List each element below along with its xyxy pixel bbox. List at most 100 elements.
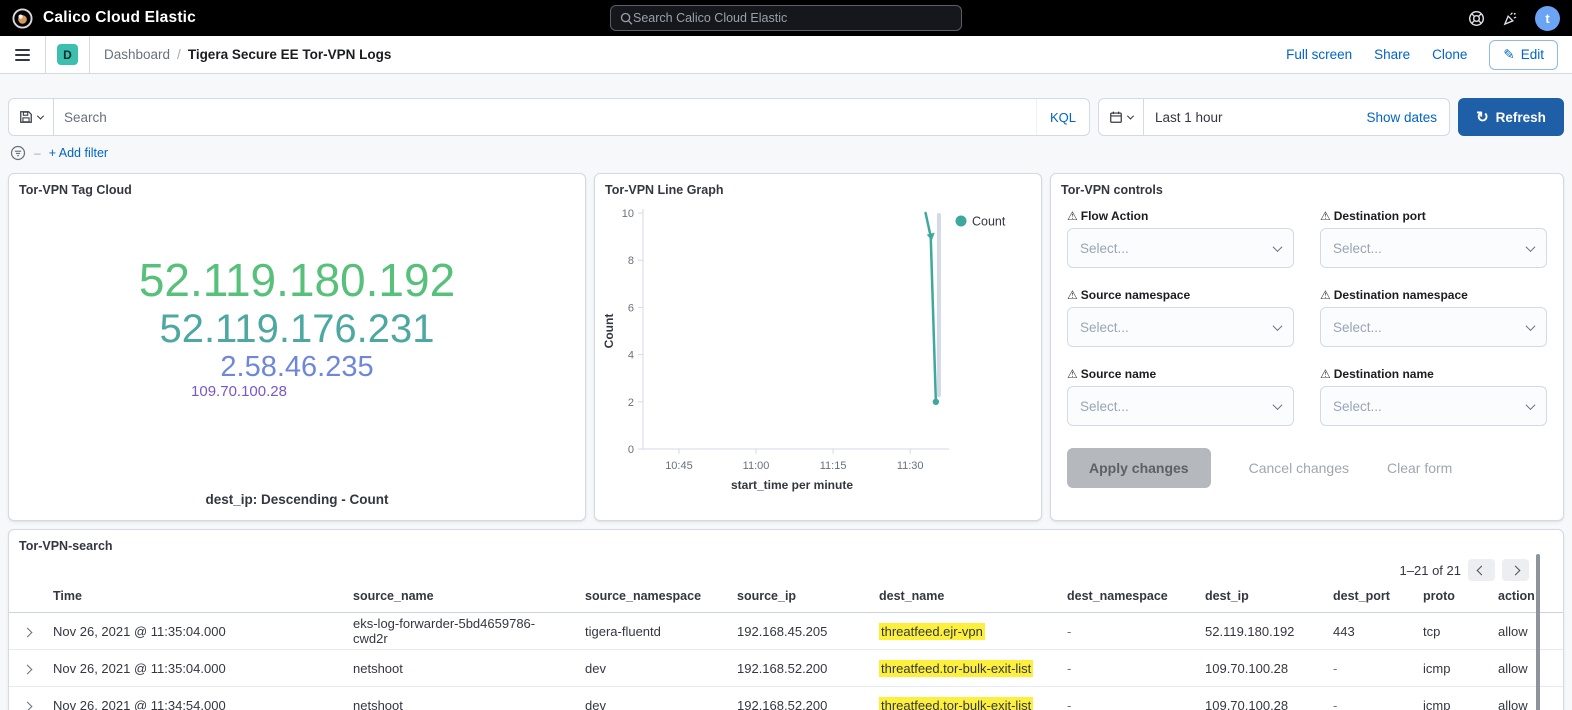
panel-title: Tor-VPN Line Graph xyxy=(595,174,1041,197)
table-row: Nov 26, 2021 @ 11:35:04.000 netshoot dev… xyxy=(9,650,1563,687)
svg-text:2: 2 xyxy=(628,397,634,409)
app-title: Calico Cloud Elastic xyxy=(43,9,196,27)
news-party-popper-icon[interactable] xyxy=(1501,9,1519,27)
control-field-destination-name: ⚠Destination name Select... xyxy=(1320,367,1547,426)
expand-row-button[interactable] xyxy=(9,687,45,710)
chevron-right-icon xyxy=(22,701,32,710)
chevron-down-icon xyxy=(1526,242,1536,252)
col-action: action xyxy=(1490,583,1563,613)
kql-search-bar: KQL xyxy=(8,98,1090,136)
destination-port-select[interactable]: Select... xyxy=(1320,228,1547,268)
controls-panel: Tor-VPN controls ⚠Flow Action Select... … xyxy=(1050,173,1564,521)
dashboard-badge[interactable]: D xyxy=(57,44,78,65)
tagcloud-term[interactable]: 52.119.176.231 xyxy=(9,307,585,352)
pagination: 1–21 of 21 xyxy=(9,553,1563,583)
query-area: KQL Last 1 hour Show dates ↻ Refresh xyxy=(0,74,1572,161)
pencil-icon: ✎ xyxy=(1503,47,1514,63)
prev-page-button[interactable] xyxy=(1468,559,1495,581)
destination-name-select[interactable]: Select... xyxy=(1320,386,1547,426)
full-screen-button[interactable]: Full screen xyxy=(1286,47,1352,62)
chevron-down-icon xyxy=(1273,321,1283,331)
svg-text:start_time per minute: start_time per minute xyxy=(731,478,853,492)
chevron-right-icon xyxy=(22,664,32,674)
show-dates-button[interactable]: Show dates xyxy=(1366,110,1449,125)
col-dest-port: dest_port xyxy=(1325,583,1415,613)
tagcloud-term[interactable]: 109.70.100.28 xyxy=(0,384,527,401)
user-avatar[interactable]: t xyxy=(1535,6,1560,31)
clear-form-button[interactable]: Clear form xyxy=(1387,460,1452,476)
edit-button[interactable]: ✎ Edit xyxy=(1489,40,1558,70)
page-count: 1–21 of 21 xyxy=(1400,563,1461,578)
search-results-panel: Tor-VPN-search 1–21 of 21 Time source_na… xyxy=(8,529,1564,710)
svg-text:10: 10 xyxy=(622,208,634,220)
breadcrumb-dashboard-link[interactable]: Dashboard xyxy=(104,47,170,62)
top-header: Calico Cloud Elastic xyxy=(0,0,1572,36)
svg-text:11:30: 11:30 xyxy=(897,460,924,472)
menu-button[interactable] xyxy=(0,36,46,73)
date-picker: Last 1 hour Show dates xyxy=(1098,98,1450,136)
global-search-input[interactable] xyxy=(633,11,952,25)
destination-namespace-select[interactable]: Select... xyxy=(1320,307,1547,347)
saved-query-button[interactable] xyxy=(9,99,54,135)
kql-button[interactable]: KQL xyxy=(1036,99,1089,135)
tagcloud-term[interactable]: 2.58.46.235 xyxy=(9,351,585,383)
next-page-button[interactable] xyxy=(1502,559,1529,581)
chevron-left-icon xyxy=(1477,565,1487,575)
tagcloud-term[interactable]: 52.119.180.192 xyxy=(9,255,585,307)
expand-row-button[interactable] xyxy=(9,613,45,650)
svg-text:4: 4 xyxy=(628,350,634,362)
control-field-destination-namespace: ⚠Destination namespace Select... xyxy=(1320,288,1547,347)
col-source-namespace: source_namespace xyxy=(577,583,729,613)
panel-title: Tor-VPN-search xyxy=(9,530,1563,553)
navbar: D Dashboard / Tigera Secure EE Tor-VPN L… xyxy=(0,36,1572,74)
calendar-icon xyxy=(1109,110,1123,124)
col-proto: proto xyxy=(1415,583,1490,613)
highlighted-dest-name: threatfeed.ejr-vpn xyxy=(879,623,985,640)
add-filter-button[interactable]: + Add filter xyxy=(49,146,108,160)
share-button[interactable]: Share xyxy=(1374,47,1410,62)
global-search[interactable] xyxy=(610,5,962,31)
table-header-row: Time source_name source_namespace source… xyxy=(9,583,1563,613)
filter-icon[interactable] xyxy=(10,145,26,161)
highlighted-dest-name: threatfeed.tor-bulk-exit-list xyxy=(879,660,1033,677)
svg-text:11:15: 11:15 xyxy=(820,460,847,472)
apply-changes-button[interactable]: Apply changes xyxy=(1067,448,1211,488)
results-table: Time source_name source_namespace source… xyxy=(9,583,1563,710)
line-chart[interactable]: 024681010:4511:0011:1511:30start_time pe… xyxy=(601,201,1021,497)
svg-text:Count: Count xyxy=(602,314,616,349)
calico-logo-icon[interactable] xyxy=(12,8,33,29)
refresh-button[interactable]: ↻ Refresh xyxy=(1458,98,1564,136)
linegraph-panel: Tor-VPN Line Graph 024681010:4511:0011:1… xyxy=(594,173,1042,521)
warning-icon: ⚠ xyxy=(1067,288,1078,302)
expand-row-button[interactable] xyxy=(9,650,45,687)
flow-action-select[interactable]: Select... xyxy=(1067,228,1294,268)
breadcrumb: Dashboard / Tigera Secure EE Tor-VPN Log… xyxy=(104,47,391,62)
tag-cloud: 52.119.180.192 52.119.176.231 2.58.46.23… xyxy=(9,255,585,401)
chevron-down-icon xyxy=(1127,112,1134,119)
time-range-value[interactable]: Last 1 hour xyxy=(1144,110,1234,125)
source-namespace-select[interactable]: Select... xyxy=(1067,307,1294,347)
chevron-down-icon xyxy=(37,112,44,119)
filter-row: – + Add filter xyxy=(10,145,1562,161)
panels-row: Tor-VPN Tag Cloud 52.119.180.192 52.119.… xyxy=(8,173,1564,521)
clone-button[interactable]: Clone xyxy=(1432,47,1467,62)
hamburger-icon xyxy=(15,46,30,64)
table-scrollbar[interactable] xyxy=(1536,554,1540,710)
tagcloud-caption: dest_ip: Descending - Count xyxy=(9,492,585,507)
warning-icon: ⚠ xyxy=(1320,209,1331,223)
warning-icon: ⚠ xyxy=(1067,367,1078,381)
calendar-button[interactable] xyxy=(1099,99,1144,135)
chevron-down-icon xyxy=(1526,400,1536,410)
col-dest-ip: dest_ip xyxy=(1197,583,1325,613)
query-search-input[interactable] xyxy=(54,110,1036,125)
svg-text:6: 6 xyxy=(628,302,634,314)
highlighted-dest-name: threatfeed.tor-bulk-exit-list xyxy=(879,697,1033,710)
refresh-icon: ↻ xyxy=(1476,108,1489,126)
svg-text:11:00: 11:00 xyxy=(743,460,770,472)
source-name-select[interactable]: Select... xyxy=(1067,386,1294,426)
panel-title: Tor-VPN Tag Cloud xyxy=(9,174,585,197)
control-field-flow-action: ⚠Flow Action Select... xyxy=(1067,209,1294,268)
help-icon[interactable] xyxy=(1467,9,1485,27)
cancel-changes-button[interactable]: Cancel changes xyxy=(1249,460,1349,476)
tagcloud-panel: Tor-VPN Tag Cloud 52.119.180.192 52.119.… xyxy=(8,173,586,521)
